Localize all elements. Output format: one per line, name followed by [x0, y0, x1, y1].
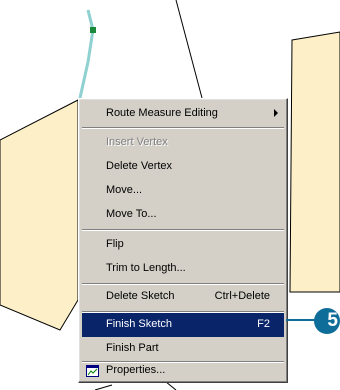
- menu-separator: [82, 127, 284, 129]
- menu-item-label: Route Measure Editing: [106, 107, 218, 119]
- menu-item-shortcut: F2: [257, 318, 270, 330]
- menu-item-label: Trim to Length...: [106, 262, 186, 274]
- menu-item-label: Properties...: [106, 364, 166, 376]
- menu-item-label: Delete Sketch: [106, 290, 175, 302]
- menu-item-label: Finish Part: [106, 342, 159, 354]
- menu-item-trim-to-length[interactable]: Trim to Length...: [82, 257, 284, 281]
- menu-item-label: Finish Sketch: [106, 318, 173, 330]
- menu-item-label: Delete Vertex: [106, 160, 173, 172]
- step-callout-badge: 5: [314, 308, 340, 334]
- menu-item-move-to[interactable]: Move To...: [82, 203, 284, 227]
- properties-icon: [86, 365, 99, 377]
- menu-item-shortcut: Ctrl+Delete: [214, 290, 270, 302]
- menu-item-delete-sketch[interactable]: Delete Sketch Ctrl+Delete: [82, 285, 284, 309]
- menu-item-finish-sketch[interactable]: Finish Sketch F2: [82, 313, 284, 337]
- submenu-arrow-icon: [274, 109, 278, 117]
- menu-item-route-measure-editing[interactable]: Route Measure Editing: [82, 102, 284, 126]
- menu-item-flip[interactable]: Flip: [82, 233, 284, 257]
- sketch-vertex[interactable]: [90, 27, 96, 33]
- menu-separator: [82, 229, 284, 231]
- menu-item-properties[interactable]: Properties...: [82, 361, 284, 381]
- road-line: [175, 0, 203, 99]
- menu-item-finish-part[interactable]: Finish Part: [82, 337, 284, 361]
- parcel-left: [0, 99, 79, 331]
- menu-item-label: Flip: [106, 238, 124, 250]
- sketch-line[interactable]: [78, 9, 95, 99]
- parcel-right: [289, 31, 340, 293]
- context-menu: Route Measure Editing Insert Vertex Dele…: [78, 98, 288, 383]
- sketch-line-left: [94, 384, 113, 390]
- menu-item-move[interactable]: Move...: [82, 179, 284, 203]
- menu-item-delete-vertex[interactable]: Delete Vertex: [82, 155, 284, 179]
- menu-item-insert-vertex: Insert Vertex: [82, 131, 284, 155]
- callout-leader-line: [286, 319, 316, 321]
- menu-item-label: Move...: [106, 184, 143, 196]
- menu-item-label: Move To...: [106, 208, 157, 220]
- menu-item-label: Insert Vertex: [106, 136, 168, 148]
